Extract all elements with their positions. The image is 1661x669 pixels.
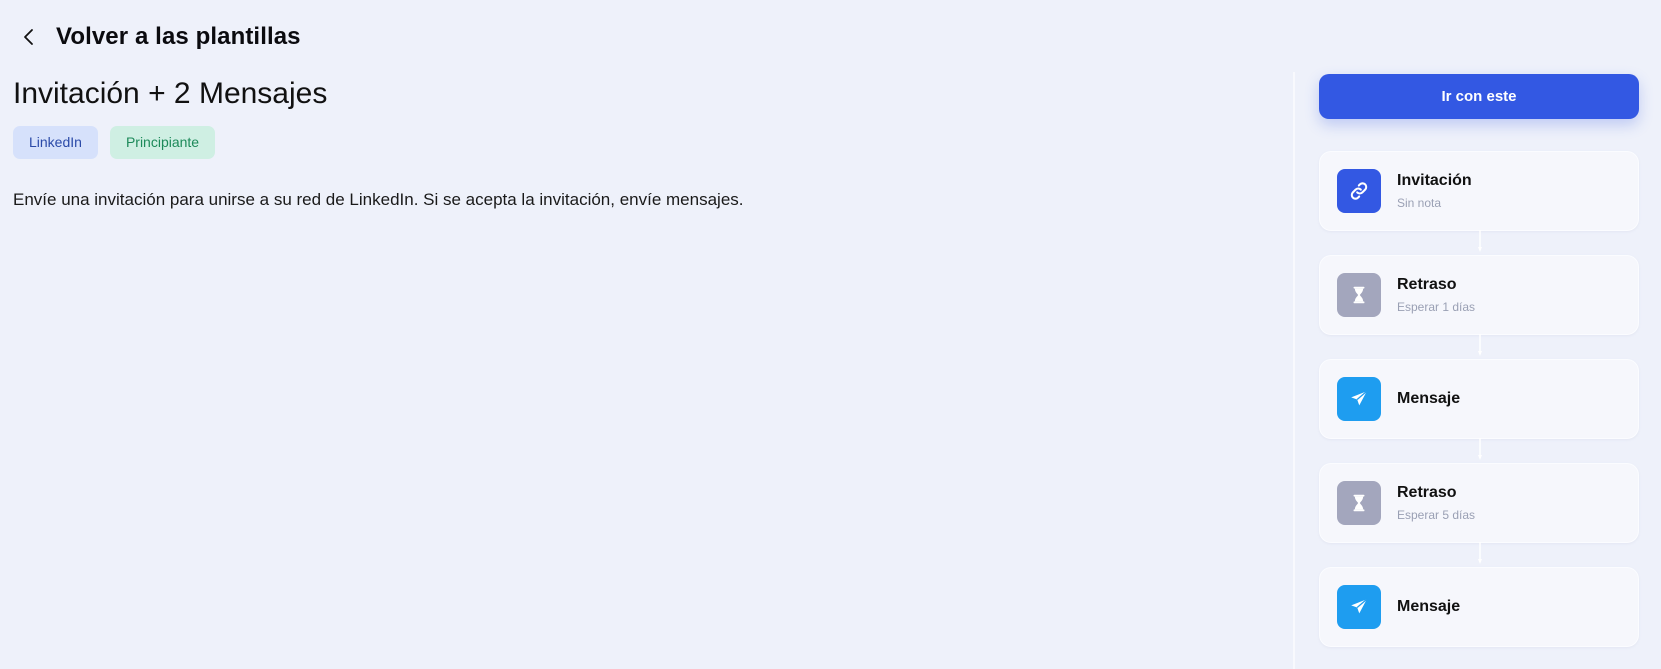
- step-delay-1[interactable]: Retraso Esperar 1 días: [1319, 255, 1639, 356]
- step-sublabel: Esperar 5 días: [1397, 508, 1476, 522]
- send-icon: [1351, 598, 1368, 614]
- link-icon: [1350, 182, 1368, 200]
- step-sublabel: Sin nota: [1397, 196, 1442, 210]
- vertical-divider: [1293, 72, 1295, 669]
- tag-level: Principiante: [109, 126, 216, 159]
- step-icon-box: [1337, 585, 1381, 629]
- back-button[interactable]: [12, 20, 46, 54]
- step-message-1[interactable]: Mensaje: [1319, 359, 1639, 460]
- tag-linkedin: LinkedIn: [13, 126, 98, 159]
- hourglass-icon: [1353, 494, 1365, 512]
- template-detail-page: Volver a las plantillas Invitación + 2 M…: [0, 0, 1661, 669]
- sequence-sidebar: Ir con este Invitación Sin nota Retraso …: [1319, 74, 1639, 647]
- step-connector: [1478, 334, 1482, 358]
- tag-list: LinkedIn Principiante: [13, 126, 1263, 159]
- send-icon: [1351, 390, 1368, 406]
- step-icon-box: [1337, 273, 1381, 317]
- step-text: Mensaje: [1397, 598, 1460, 616]
- page-title: Invitación + 2 Mensajes: [13, 77, 328, 110]
- hourglass-icon: [1353, 286, 1365, 304]
- step-label: Invitación: [1397, 172, 1472, 189]
- use-template-button[interactable]: Ir con este: [1319, 74, 1639, 119]
- step-message-2[interactable]: Mensaje: [1319, 567, 1639, 647]
- step-connector: [1478, 542, 1482, 566]
- step-invitation[interactable]: Invitación Sin nota: [1319, 151, 1639, 252]
- step-text: Retraso Esperar 1 días: [1397, 276, 1475, 314]
- template-info: Invitación + 2 Mensajes LinkedIn Princip…: [13, 72, 1263, 210]
- step-icon-box: [1337, 481, 1381, 525]
- step-label: Mensaje: [1397, 390, 1461, 407]
- step-text: Mensaje: [1397, 390, 1460, 408]
- step-text: Retraso Esperar 5 días: [1397, 484, 1475, 522]
- step-connector: [1478, 230, 1482, 254]
- step-label: Retraso: [1397, 484, 1457, 501]
- step-icon-box: [1337, 377, 1381, 421]
- step-label: Retraso: [1397, 276, 1457, 293]
- step-sublabel: Esperar 1 días: [1397, 300, 1476, 314]
- step-connector: [1478, 438, 1482, 462]
- step-list: Invitación Sin nota Retraso Esperar 1 dí…: [1319, 151, 1639, 647]
- header: Volver a las plantillas: [12, 20, 301, 54]
- step-text: Invitación Sin nota: [1397, 172, 1472, 210]
- step-icon-box: [1337, 169, 1381, 213]
- step-label: Mensaje: [1397, 598, 1461, 615]
- template-description: Envíe una invitación para unirse a su re…: [13, 190, 744, 209]
- step-delay-2[interactable]: Retraso Esperar 5 días: [1319, 463, 1639, 564]
- chevron-left-icon: [24, 29, 33, 45]
- back-title[interactable]: Volver a las plantillas: [56, 23, 301, 51]
